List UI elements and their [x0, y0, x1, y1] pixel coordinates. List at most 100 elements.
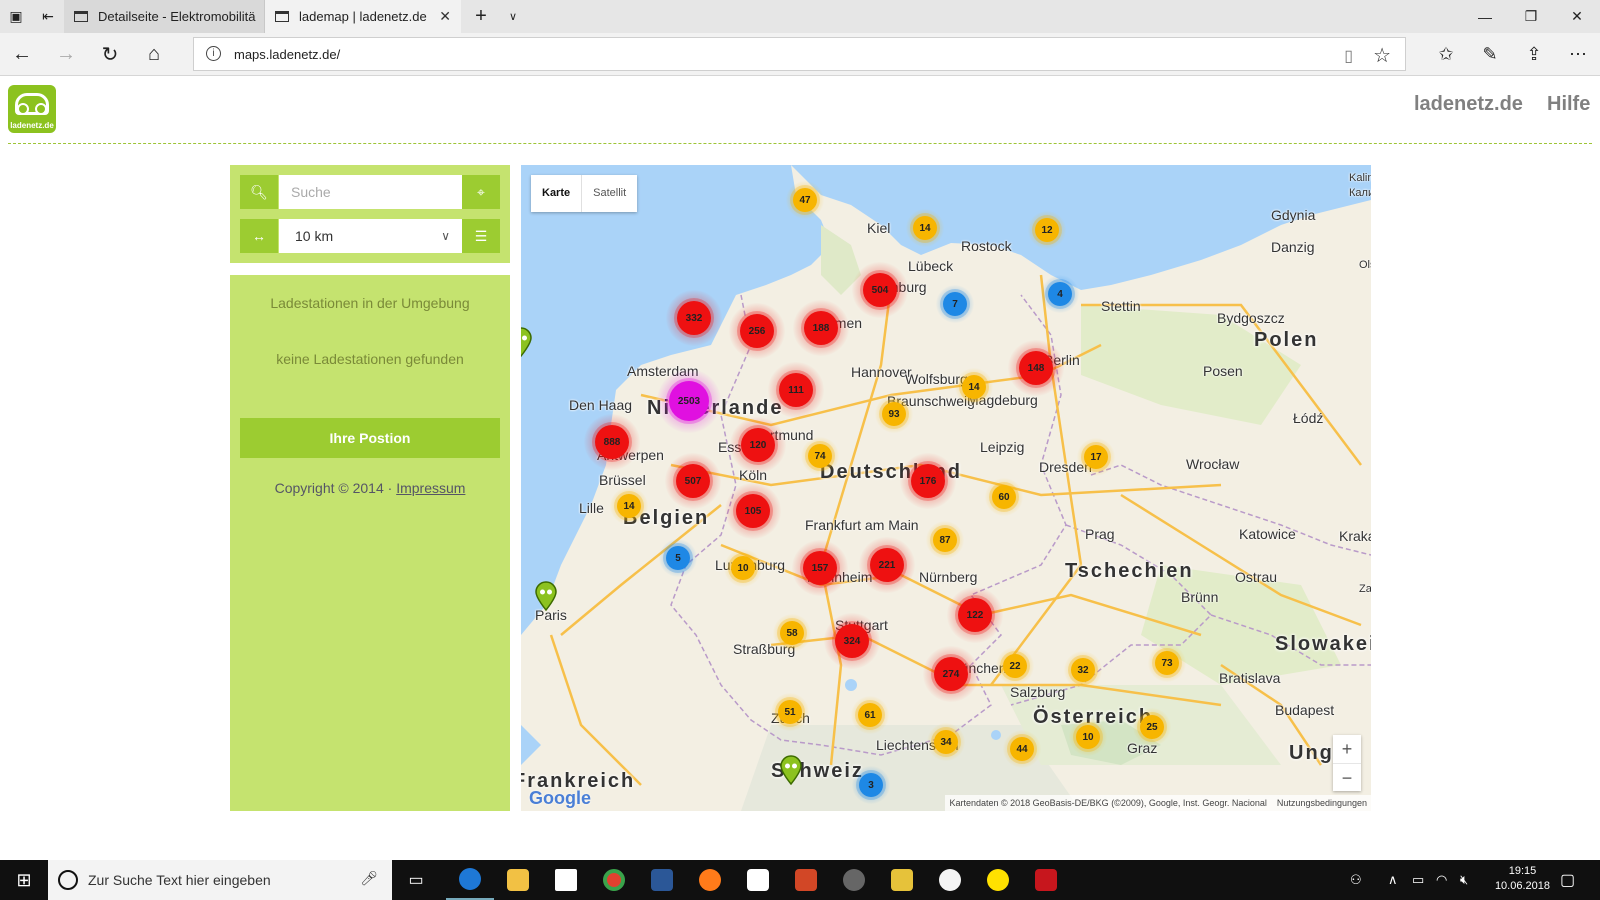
close-tab-icon[interactable]: ✕ — [439, 8, 451, 25]
your-position-button[interactable]: Ihre Postion — [240, 418, 500, 458]
person-icon[interactable]: ⚇ — [1350, 860, 1362, 900]
forward-icon[interactable]: → — [44, 33, 88, 76]
helm-app-icon[interactable] — [830, 860, 878, 900]
filter-sliders-icon[interactable]: ☰ — [462, 219, 500, 253]
close-window-icon[interactable]: ✕ — [1554, 0, 1600, 33]
wifi-icon[interactable]: ◠ — [1436, 860, 1447, 900]
station-pin-icon[interactable] — [535, 581, 557, 612]
battery-icon[interactable]: ▭ — [1412, 860, 1424, 900]
station-cluster[interactable]: 60 — [992, 485, 1016, 509]
more-icon[interactable]: ⋯ — [1556, 33, 1600, 76]
taskbar-search[interactable]: Zur Suche Text hier eingeben 🎤︎ — [48, 860, 392, 900]
station-cluster[interactable]: 4 — [1048, 282, 1072, 306]
tab-manager-icon[interactable]: ▣ — [0, 0, 32, 33]
home-icon[interactable]: ⌂ — [132, 33, 176, 76]
new-tab-icon[interactable]: + — [465, 0, 497, 33]
station-cluster[interactable]: 44 — [1010, 737, 1034, 761]
station-cluster[interactable]: 188 — [804, 311, 838, 345]
station-cluster[interactable]: 34 — [934, 730, 958, 754]
notes-pen-icon[interactable]: ✎ — [1468, 33, 1512, 76]
google-logo[interactable]: Google — [529, 788, 591, 809]
station-cluster[interactable]: 93 — [882, 402, 906, 426]
station-cluster[interactable]: 14 — [617, 494, 641, 518]
station-cluster[interactable]: 2503 — [669, 381, 709, 421]
browser-tab-detailseite[interactable]: Detailseite - Elektromobilitä — [64, 0, 265, 33]
map-type-karte[interactable]: Karte — [531, 175, 581, 212]
nav-link-ladenetz[interactable]: ladenetz.de — [1414, 93, 1523, 116]
station-cluster[interactable]: 120 — [741, 428, 775, 462]
edge-icon[interactable] — [446, 860, 494, 900]
share-icon[interactable]: ⇪ — [1512, 33, 1556, 76]
word-icon[interactable] — [638, 860, 686, 900]
station-cluster[interactable]: 12 — [1035, 218, 1059, 242]
station-cluster[interactable]: 888 — [595, 425, 629, 459]
powerpoint-icon[interactable] — [782, 860, 830, 900]
station-cluster[interactable]: 274 — [934, 657, 968, 691]
radius-select[interactable]: 10 km ∨ — [279, 219, 462, 253]
notifications-icon[interactable]: ▢ — [1560, 860, 1575, 900]
station-cluster[interactable]: 221 — [870, 548, 904, 582]
station-cluster[interactable]: 51 — [778, 700, 802, 724]
itunes-icon[interactable] — [926, 860, 974, 900]
station-cluster[interactable]: 111 — [779, 373, 813, 407]
chrome-icon[interactable] — [590, 860, 638, 900]
search-icon[interactable]: 🔍︎ — [240, 175, 278, 209]
acrobat-icon[interactable] — [1022, 860, 1070, 900]
station-cluster[interactable]: 58 — [780, 621, 804, 645]
clock[interactable]: 19:15 10.06.2018 — [1495, 864, 1550, 894]
station-cluster[interactable]: 14 — [962, 375, 986, 399]
station-cluster[interactable]: 504 — [863, 273, 897, 307]
address-bar[interactable]: i maps.ladenetz.de/ ▯ ☆ — [193, 37, 1406, 71]
zoom-in-button[interactable]: + — [1333, 735, 1361, 763]
volume-muted-icon[interactable]: 🔇︎ — [1460, 860, 1468, 900]
station-cluster[interactable]: 176 — [911, 464, 945, 498]
chevron-up-icon[interactable]: ∧ — [1388, 860, 1398, 900]
impressum-link[interactable]: Impressum — [396, 480, 465, 496]
station-cluster[interactable]: 10 — [1076, 725, 1100, 749]
station-cluster[interactable]: 3 — [859, 773, 883, 797]
ladenetz-logo[interactable]: ladenetz.de — [8, 85, 56, 133]
station-pin-icon[interactable] — [780, 755, 802, 786]
windows-start-icon[interactable]: ⊞ — [0, 860, 48, 900]
terms-link[interactable]: Nutzungsbedingungen — [1277, 798, 1367, 808]
station-cluster[interactable]: 22 — [1003, 654, 1027, 678]
station-cluster[interactable]: 256 — [740, 314, 774, 348]
station-cluster[interactable]: 148 — [1019, 351, 1053, 385]
browser-tab-lademap[interactable]: lademap | ladenetz.de ✕ — [265, 0, 461, 33]
station-cluster[interactable]: 5 — [666, 546, 690, 570]
refresh-icon[interactable]: ↻ — [88, 33, 132, 76]
favorites-icon[interactable]: ✩ — [1424, 33, 1468, 76]
search-input[interactable] — [279, 175, 462, 209]
reading-view-icon[interactable]: ▯ — [1344, 46, 1353, 66]
lidl-icon[interactable] — [974, 860, 1022, 900]
station-cluster[interactable]: 507 — [676, 464, 710, 498]
station-cluster[interactable]: 324 — [835, 624, 869, 658]
restore-icon[interactable]: ❐ — [1508, 0, 1554, 33]
station-cluster[interactable]: 25 — [1140, 715, 1164, 739]
site-info-icon[interactable]: i — [206, 46, 221, 61]
station-cluster[interactable]: 74 — [808, 444, 832, 468]
station-cluster[interactable]: 47 — [793, 188, 817, 212]
tab-preview-chevron-icon[interactable]: ∨ — [497, 0, 529, 33]
set-aside-tabs-icon[interactable]: ⇤ — [32, 0, 64, 33]
map-type-satellit[interactable]: Satellit — [581, 175, 637, 212]
microphone-icon[interactable]: 🎤︎ — [360, 870, 378, 887]
station-cluster[interactable]: 61 — [858, 703, 882, 727]
back-icon[interactable]: ← — [0, 33, 44, 76]
station-cluster[interactable]: 157 — [803, 551, 837, 585]
station-cluster[interactable]: 7 — [943, 292, 967, 316]
favorite-star-icon[interactable]: ☆ — [1373, 43, 1391, 68]
station-cluster[interactable]: 17 — [1084, 445, 1108, 469]
file-explorer-icon[interactable] — [494, 860, 542, 900]
folder-app-icon[interactable] — [878, 860, 926, 900]
nav-link-hilfe[interactable]: Hilfe — [1547, 93, 1590, 116]
zoom-out-button[interactable]: − — [1333, 763, 1361, 791]
pdf-icon[interactable] — [734, 860, 782, 900]
station-cluster[interactable]: 122 — [958, 598, 992, 632]
store-icon[interactable] — [542, 860, 590, 900]
station-cluster[interactable]: 73 — [1155, 651, 1179, 675]
station-cluster[interactable]: 87 — [933, 528, 957, 552]
locate-crosshair-icon[interactable]: ⌖ — [462, 175, 500, 209]
station-cluster[interactable]: 14 — [913, 216, 937, 240]
station-cluster[interactable]: 105 — [736, 494, 770, 528]
